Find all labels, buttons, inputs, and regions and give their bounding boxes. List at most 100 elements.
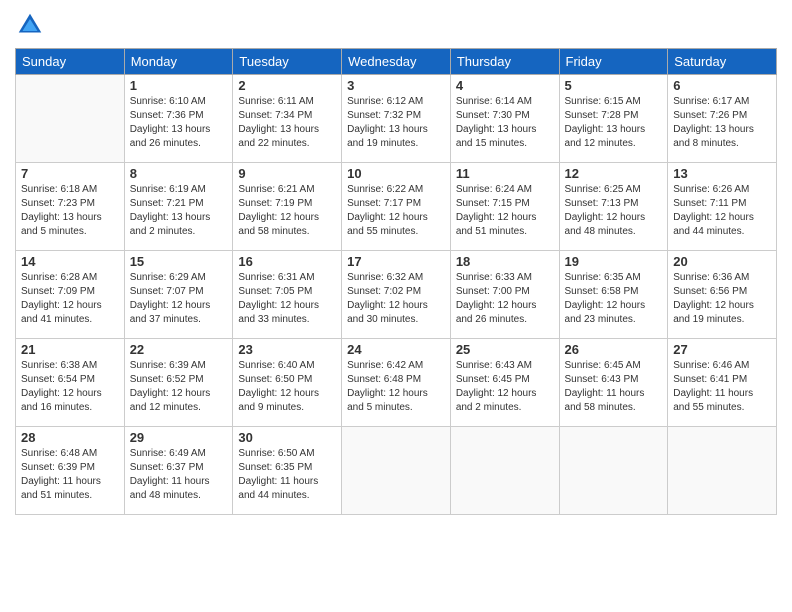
day-info: Sunrise: 6:10 AM Sunset: 7:36 PM Dayligh… [130,95,228,151]
day-info: Sunrise: 6:48 AM Sunset: 6:39 PM Dayligh… [21,447,119,503]
day-number: 13 [673,166,771,181]
day-info: Sunrise: 6:46 AM Sunset: 6:41 PM Dayligh… [673,359,771,415]
day-cell: 16Sunrise: 6:31 AM Sunset: 7:05 PM Dayli… [233,251,342,339]
col-header-thursday: Thursday [450,49,559,75]
col-header-tuesday: Tuesday [233,49,342,75]
day-cell: 13 Sunrise: 6:26 AM Sunset: 7:11 PM Dayli… [668,163,777,251]
day-cell: 4 Sunrise: 6:14 AM Sunset: 7:30 PM Daylig… [450,75,559,163]
week-row-2: 7 Sunrise: 6:18 AM Sunset: 7:23 PM Daylig… [16,163,777,251]
day-number: 20 [673,254,771,269]
day-info: Sunrise: 6:43 AM Sunset: 6:45 PM Dayligh… [456,359,554,415]
day-info: Sunrise: 6:33 AM Sunset: 7:00 PM Dayligh… [456,271,554,327]
day-number: 2 [238,78,336,93]
day-cell: 5 Sunrise: 6:15 AM Sunset: 7:28 PM Daylig… [559,75,668,163]
day-info: Sunrise: 6:39 AM Sunset: 6:52 PM Dayligh… [130,359,228,415]
day-cell [450,427,559,515]
day-info: Sunrise: 6:40 AM Sunset: 6:50 PM Dayligh… [238,359,336,415]
day-cell: 21 Sunrise: 6:38 AM Sunset: 6:54 PM Dayli… [16,339,125,427]
day-number: 18 [456,254,554,269]
day-info: Sunrise: 6:38 AM Sunset: 6:54 PM Dayligh… [21,359,119,415]
day-number: 12 [565,166,663,181]
day-info: Sunrise: 6:25 AM Sunset: 7:13 PM Dayligh… [565,183,663,239]
calendar-header-row: SundayMondayTuesdayWednesdayThursdayFrid… [16,49,777,75]
day-info: Sunrise: 6:18 AM Sunset: 7:23 PM Dayligh… [21,183,119,239]
day-number: 4 [456,78,554,93]
day-cell: 23 Sunrise: 6:40 AM Sunset: 6:50 PM Dayli… [233,339,342,427]
day-cell: 30 Sunrise: 6:50 AM Sunset: 6:35 PM Dayli… [233,427,342,515]
day-info: Sunrise: 6:14 AM Sunset: 7:30 PM Dayligh… [456,95,554,151]
day-info: Sunrise: 6:15 AM Sunset: 7:28 PM Dayligh… [565,95,663,151]
day-number: 6 [673,78,771,93]
day-number: 21 [21,342,119,357]
day-number: 24 [347,342,445,357]
day-info: Sunrise: 6:28 AM Sunset: 7:09 PM Dayligh… [21,271,119,327]
day-cell: 28Sunrise: 6:48 AM Sunset: 6:39 PM Dayli… [16,427,125,515]
day-info: Sunrise: 6:22 AM Sunset: 7:17 PM Dayligh… [347,183,445,239]
day-info: Sunrise: 6:19 AM Sunset: 7:21 PM Dayligh… [130,183,228,239]
day-cell: 27 Sunrise: 6:46 AM Sunset: 6:41 PM Dayli… [668,339,777,427]
day-number: 14 [21,254,119,269]
col-header-sunday: Sunday [16,49,125,75]
day-number: 1 [130,78,228,93]
logo-icon [15,10,45,40]
week-row-4: 21 Sunrise: 6:38 AM Sunset: 6:54 PM Dayli… [16,339,777,427]
day-cell: 9Sunrise: 6:21 AM Sunset: 7:19 PM Daylig… [233,163,342,251]
day-number: 7 [21,166,119,181]
day-number: 25 [456,342,554,357]
day-info: Sunrise: 6:17 AM Sunset: 7:26 PM Dayligh… [673,95,771,151]
day-cell: 10Sunrise: 6:22 AM Sunset: 7:17 PM Dayli… [342,163,451,251]
day-number: 29 [130,430,228,445]
day-info: Sunrise: 6:12 AM Sunset: 7:32 PM Dayligh… [347,95,445,151]
day-info: Sunrise: 6:49 AM Sunset: 6:37 PM Dayligh… [130,447,228,503]
day-number: 3 [347,78,445,93]
day-number: 26 [565,342,663,357]
day-info: Sunrise: 6:31 AM Sunset: 7:05 PM Dayligh… [238,271,336,327]
day-number: 30 [238,430,336,445]
day-cell: 15Sunrise: 6:29 AM Sunset: 7:07 PM Dayli… [124,251,233,339]
header [15,10,777,40]
week-row-3: 14 Sunrise: 6:28 AM Sunset: 7:09 PM Dayli… [16,251,777,339]
day-info: Sunrise: 6:11 AM Sunset: 7:34 PM Dayligh… [238,95,336,151]
week-row-1: 1 Sunrise: 6:10 AM Sunset: 7:36 PM Daylig… [16,75,777,163]
day-cell: 2 Sunrise: 6:11 AM Sunset: 7:34 PM Daylig… [233,75,342,163]
day-info: Sunrise: 6:45 AM Sunset: 6:43 PM Dayligh… [565,359,663,415]
day-cell: 12 Sunrise: 6:25 AM Sunset: 7:13 PM Dayli… [559,163,668,251]
day-cell: 29 Sunrise: 6:49 AM Sunset: 6:37 PM Dayli… [124,427,233,515]
day-number: 15 [130,254,228,269]
page: SundayMondayTuesdayWednesdayThursdayFrid… [0,0,792,612]
day-number: 9 [238,166,336,181]
day-cell [342,427,451,515]
day-cell: 14 Sunrise: 6:28 AM Sunset: 7:09 PM Dayli… [16,251,125,339]
day-info: Sunrise: 6:24 AM Sunset: 7:15 PM Dayligh… [456,183,554,239]
day-cell: 6 Sunrise: 6:17 AM Sunset: 7:26 PM Daylig… [668,75,777,163]
day-cell: 1 Sunrise: 6:10 AM Sunset: 7:36 PM Daylig… [124,75,233,163]
day-info: Sunrise: 6:26 AM Sunset: 7:11 PM Dayligh… [673,183,771,239]
day-info: Sunrise: 6:42 AM Sunset: 6:48 PM Dayligh… [347,359,445,415]
day-number: 27 [673,342,771,357]
col-header-saturday: Saturday [668,49,777,75]
day-cell: 26 Sunrise: 6:45 AM Sunset: 6:43 PM Dayli… [559,339,668,427]
day-info: Sunrise: 6:32 AM Sunset: 7:02 PM Dayligh… [347,271,445,327]
day-cell: 22 Sunrise: 6:39 AM Sunset: 6:52 PM Dayli… [124,339,233,427]
col-header-monday: Monday [124,49,233,75]
day-cell: 24 Sunrise: 6:42 AM Sunset: 6:48 PM Dayli… [342,339,451,427]
day-number: 22 [130,342,228,357]
day-number: 19 [565,254,663,269]
day-cell: 19 Sunrise: 6:35 AM Sunset: 6:58 PM Dayli… [559,251,668,339]
day-number: 17 [347,254,445,269]
day-cell [16,75,125,163]
col-header-friday: Friday [559,49,668,75]
day-cell: 20 Sunrise: 6:36 AM Sunset: 6:56 PM Dayli… [668,251,777,339]
day-cell: 18 Sunrise: 6:33 AM Sunset: 7:00 PM Dayli… [450,251,559,339]
day-cell: 7 Sunrise: 6:18 AM Sunset: 7:23 PM Daylig… [16,163,125,251]
day-number: 23 [238,342,336,357]
day-info: Sunrise: 6:50 AM Sunset: 6:35 PM Dayligh… [238,447,336,503]
day-info: Sunrise: 6:36 AM Sunset: 6:56 PM Dayligh… [673,271,771,327]
day-number: 5 [565,78,663,93]
day-cell [668,427,777,515]
logo [15,10,49,40]
day-cell: 11Sunrise: 6:24 AM Sunset: 7:15 PM Dayli… [450,163,559,251]
col-header-wednesday: Wednesday [342,49,451,75]
day-info: Sunrise: 6:35 AM Sunset: 6:58 PM Dayligh… [565,271,663,327]
week-row-5: 28Sunrise: 6:48 AM Sunset: 6:39 PM Dayli… [16,427,777,515]
